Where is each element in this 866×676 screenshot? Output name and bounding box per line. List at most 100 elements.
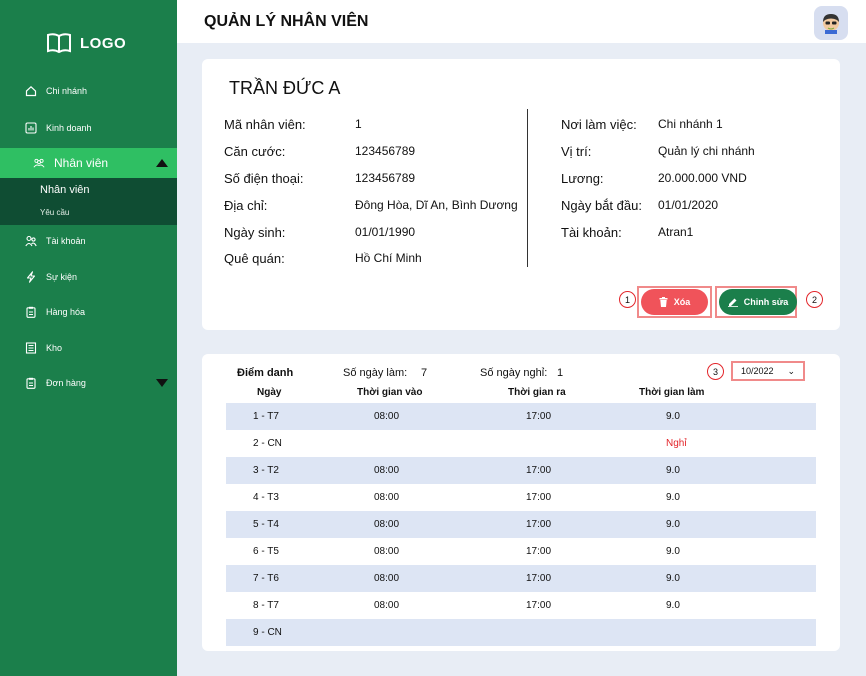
field-label: Tài khoản: xyxy=(561,225,622,240)
sidebar-item-label: Kho xyxy=(46,343,63,353)
cell-hours: 9.0 xyxy=(666,573,680,584)
delete-button-label: Xóa xyxy=(673,297,691,307)
logo[interactable]: LOGO xyxy=(46,32,126,54)
order-icon xyxy=(24,376,38,390)
attendance-title: Điểm danh xyxy=(237,367,294,379)
cell-time-out: 17:00 xyxy=(526,573,552,584)
offdays-label: Số ngày nghỉ: xyxy=(480,367,548,379)
sidebar-item-label: Đơn hàng xyxy=(46,378,86,388)
cell-day: 4 - T3 xyxy=(253,492,279,503)
field-label: Số điện thoại: xyxy=(224,171,304,186)
cell-time-out: 17:00 xyxy=(526,411,552,422)
cell-time-in: 08:00 xyxy=(374,492,400,503)
field-value: Atran1 xyxy=(658,225,694,239)
avatar-icon xyxy=(823,14,839,34)
cell-day: 3 - T2 xyxy=(253,465,279,476)
cell-time-out: 17:00 xyxy=(526,492,552,503)
cell-hours: 9.0 xyxy=(666,492,680,503)
sidebar-item-kinh-doanh[interactable]: Kinh doanh xyxy=(0,116,177,140)
sidebar-item-label: Hàng hóa xyxy=(46,307,86,317)
column-header-day: Ngày xyxy=(257,387,282,398)
sidebar-item-nhan-vien[interactable]: Nhân viên xyxy=(0,148,177,178)
field-value: 01/01/2020 xyxy=(658,198,719,212)
sidebar-item-label: Nhân viên xyxy=(54,156,109,170)
cell-day: 5 - T4 xyxy=(253,519,279,530)
page-title: QUẢN LÝ NHÂN VIÊN xyxy=(204,13,369,30)
edit-button-label: Chỉnh sửa xyxy=(743,297,789,307)
field-label: Lương: xyxy=(561,171,604,186)
cell-time-in: 08:00 xyxy=(374,465,400,476)
table-row: 7 - T6 08:00 17:00 9.0 xyxy=(226,565,816,592)
annotation-marker: 1 xyxy=(619,291,636,308)
annotation-marker: 2 xyxy=(806,291,823,308)
employee-name: TRẦN ĐỨC A xyxy=(229,78,341,98)
sidebar: LOGO Chi nhánh Kinh doanh Nhân viên Nhân… xyxy=(0,0,177,676)
sidebar-item-label: Kinh doanh xyxy=(46,123,92,133)
cell-day: 9 - CN xyxy=(253,627,282,638)
field-label: Căn cước: xyxy=(224,144,286,159)
account-icon xyxy=(24,234,38,248)
cell-day: 1 - T7 xyxy=(253,411,279,422)
cell-day: 6 - T5 xyxy=(253,546,279,557)
column-header-time-out: Thời gian ra xyxy=(508,387,566,398)
submenu-item-yeu-cau[interactable]: Yêu cầu xyxy=(40,208,69,217)
table-row: 1 - T7 08:00 17:00 9.0 xyxy=(226,403,816,430)
cell-day: 7 - T6 xyxy=(253,573,279,584)
table-row: 9 - CN xyxy=(226,619,816,646)
field-value: Hồ Chí Minh xyxy=(355,251,422,265)
cell-hours: 9.0 xyxy=(666,519,680,530)
clipboard-icon xyxy=(24,305,38,319)
chart-icon xyxy=(24,121,38,135)
table-row: 5 - T4 08:00 17:00 9.0 xyxy=(226,511,816,538)
table-row: 6 - T5 08:00 17:00 9.0 xyxy=(226,538,816,565)
table-row: 2 - CN Nghỉ xyxy=(226,430,816,457)
field-label: Quê quán: xyxy=(224,251,285,266)
cell-hours: Nghỉ xyxy=(666,438,687,449)
sidebar-item-tai-khoan[interactable]: Tài khoản xyxy=(0,229,177,253)
logo-text: LOGO xyxy=(80,34,127,52)
delete-button[interactable]: Xóa xyxy=(641,289,708,315)
users-icon xyxy=(32,156,46,170)
field-label: Mã nhân viên: xyxy=(224,117,306,132)
cell-time-out: 17:00 xyxy=(526,465,552,476)
month-select-value: 10/2022 xyxy=(741,366,774,376)
sidebar-item-hang-hoa[interactable]: Hàng hóa xyxy=(0,300,177,324)
cell-time-in: 08:00 xyxy=(374,546,400,557)
column-header-time-in: Thời gian vào xyxy=(357,387,423,398)
field-value: 123456789 xyxy=(355,144,416,158)
trash-icon xyxy=(659,297,668,307)
cell-time-out: 17:00 xyxy=(526,600,552,611)
field-value: 123456789 xyxy=(355,171,416,185)
cell-time-in: 08:00 xyxy=(374,411,400,422)
workdays-value: 7 xyxy=(421,367,428,379)
cell-time-in: 08:00 xyxy=(374,573,400,584)
caret-down-icon[interactable] xyxy=(156,379,168,387)
home-icon xyxy=(24,84,38,98)
offdays-value: 1 xyxy=(557,367,564,379)
avatar[interactable] xyxy=(814,6,848,40)
sidebar-item-don-hang[interactable]: Đơn hàng xyxy=(0,371,177,395)
month-select[interactable]: 10/2022 ⌄ xyxy=(731,361,805,381)
submenu-item-nhan-vien[interactable]: Nhân viên xyxy=(40,184,90,196)
field-label: Địa chỉ: xyxy=(224,198,268,213)
field-label: Nơi làm việc: xyxy=(561,117,637,132)
pencil-icon xyxy=(727,298,738,307)
field-value: 1 xyxy=(355,117,362,131)
lightning-icon xyxy=(24,270,38,284)
cell-time-in: 08:00 xyxy=(374,600,400,611)
field-value: Quản lý chi nhánh xyxy=(658,144,755,158)
divider xyxy=(527,109,528,267)
cell-hours: 9.0 xyxy=(666,546,680,557)
sidebar-item-kho[interactable]: Kho xyxy=(0,336,177,360)
edit-button[interactable]: Chỉnh sửa xyxy=(719,289,797,315)
sidebar-item-su-kien[interactable]: Sự kiện xyxy=(0,265,177,289)
cell-time-out: 17:00 xyxy=(526,519,552,530)
workdays-label: Số ngày làm: xyxy=(343,367,408,379)
table-row: 4 - T3 08:00 17:00 9.0 xyxy=(226,484,816,511)
field-label: Ngày bắt đầu: xyxy=(561,198,642,213)
attendance-card: Điểm danh Số ngày làm: 7 Số ngày nghỉ: 1… xyxy=(202,354,840,651)
field-value: Chi nhánh 1 xyxy=(658,117,723,131)
caret-up-icon[interactable] xyxy=(156,159,168,167)
sidebar-item-chi-nhanh[interactable]: Chi nhánh xyxy=(0,79,177,103)
sidebar-item-label: Chi nhánh xyxy=(46,86,88,96)
